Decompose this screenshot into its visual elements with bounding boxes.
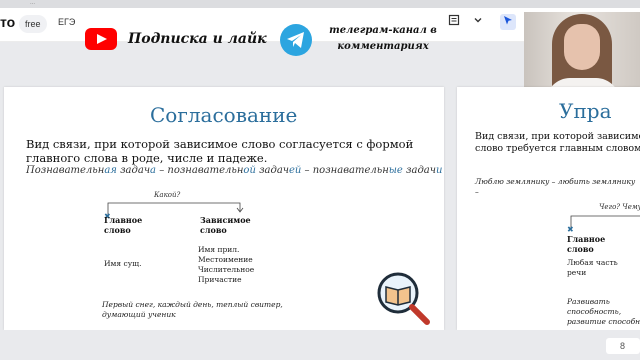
question-arrow-icon-2: ✖ xyxy=(567,215,640,232)
tab-ege[interactable]: ЕГЭ xyxy=(58,17,75,27)
question-label: Какой? xyxy=(154,191,181,199)
slide-title: Согласование xyxy=(150,103,298,127)
bottom-example: Первый снег, каждый день, теплый свитер,… xyxy=(102,300,283,319)
svg-text:✖: ✖ xyxy=(567,225,574,232)
chevron-down-icon[interactable] xyxy=(470,14,486,30)
canvas-bottom xyxy=(0,330,640,360)
main-word-label: Главное слово xyxy=(104,215,143,235)
app-logo[interactable]: то xyxy=(0,14,15,30)
slide-upravlenie[interactable]: Упра Вид связи, при которой зависимое сл… xyxy=(457,87,640,330)
slide2-bottom-example: Развивать способность, развитие способно… xyxy=(567,297,640,326)
slide-soglasovanie[interactable]: Согласование Вид связи, при которой зави… xyxy=(4,87,444,330)
telegram-icon xyxy=(280,24,312,56)
dependent-word-items: Имя прил. Местоимение Числительное Прича… xyxy=(198,245,255,284)
slide2-question: Чего? Чему? xyxy=(599,203,640,211)
slide2-main-label: Главное слово xyxy=(567,234,606,254)
screen: ... то free ЕГЭ Подписка и лайк телеграм… xyxy=(0,0,640,360)
subscribe-like-text: Подписка и лайк xyxy=(128,31,267,47)
cursor-icon[interactable] xyxy=(500,14,516,30)
page-indicator[interactable]: 8 xyxy=(606,338,640,354)
url-text[interactable]: ... xyxy=(30,0,35,6)
sticky-note-icon[interactable] xyxy=(446,14,462,30)
slide2-main-items: Любая часть речи xyxy=(567,258,618,277)
youtube-icon xyxy=(85,28,117,50)
slide-example: Познавательная задача – познавательной з… xyxy=(26,165,443,176)
slide2-definition: Вид связи, при которой зависимое слово т… xyxy=(475,131,640,154)
magnifier-book-icon xyxy=(377,272,430,325)
dependent-word-label: Зависимое слово xyxy=(200,215,251,235)
telegram-channel-text: телеграм-канал в комментариях xyxy=(329,25,437,52)
free-badge[interactable]: free xyxy=(19,15,47,33)
slide2-title: Упра xyxy=(559,99,612,123)
slide-definition: Вид связи, при которой зависимое слово с… xyxy=(26,137,414,165)
slide2-example: Люблю землянику – любить землянику – xyxy=(475,177,636,196)
main-word-items: Имя сущ. xyxy=(104,259,142,268)
address-bar[interactable]: ... xyxy=(0,0,640,8)
